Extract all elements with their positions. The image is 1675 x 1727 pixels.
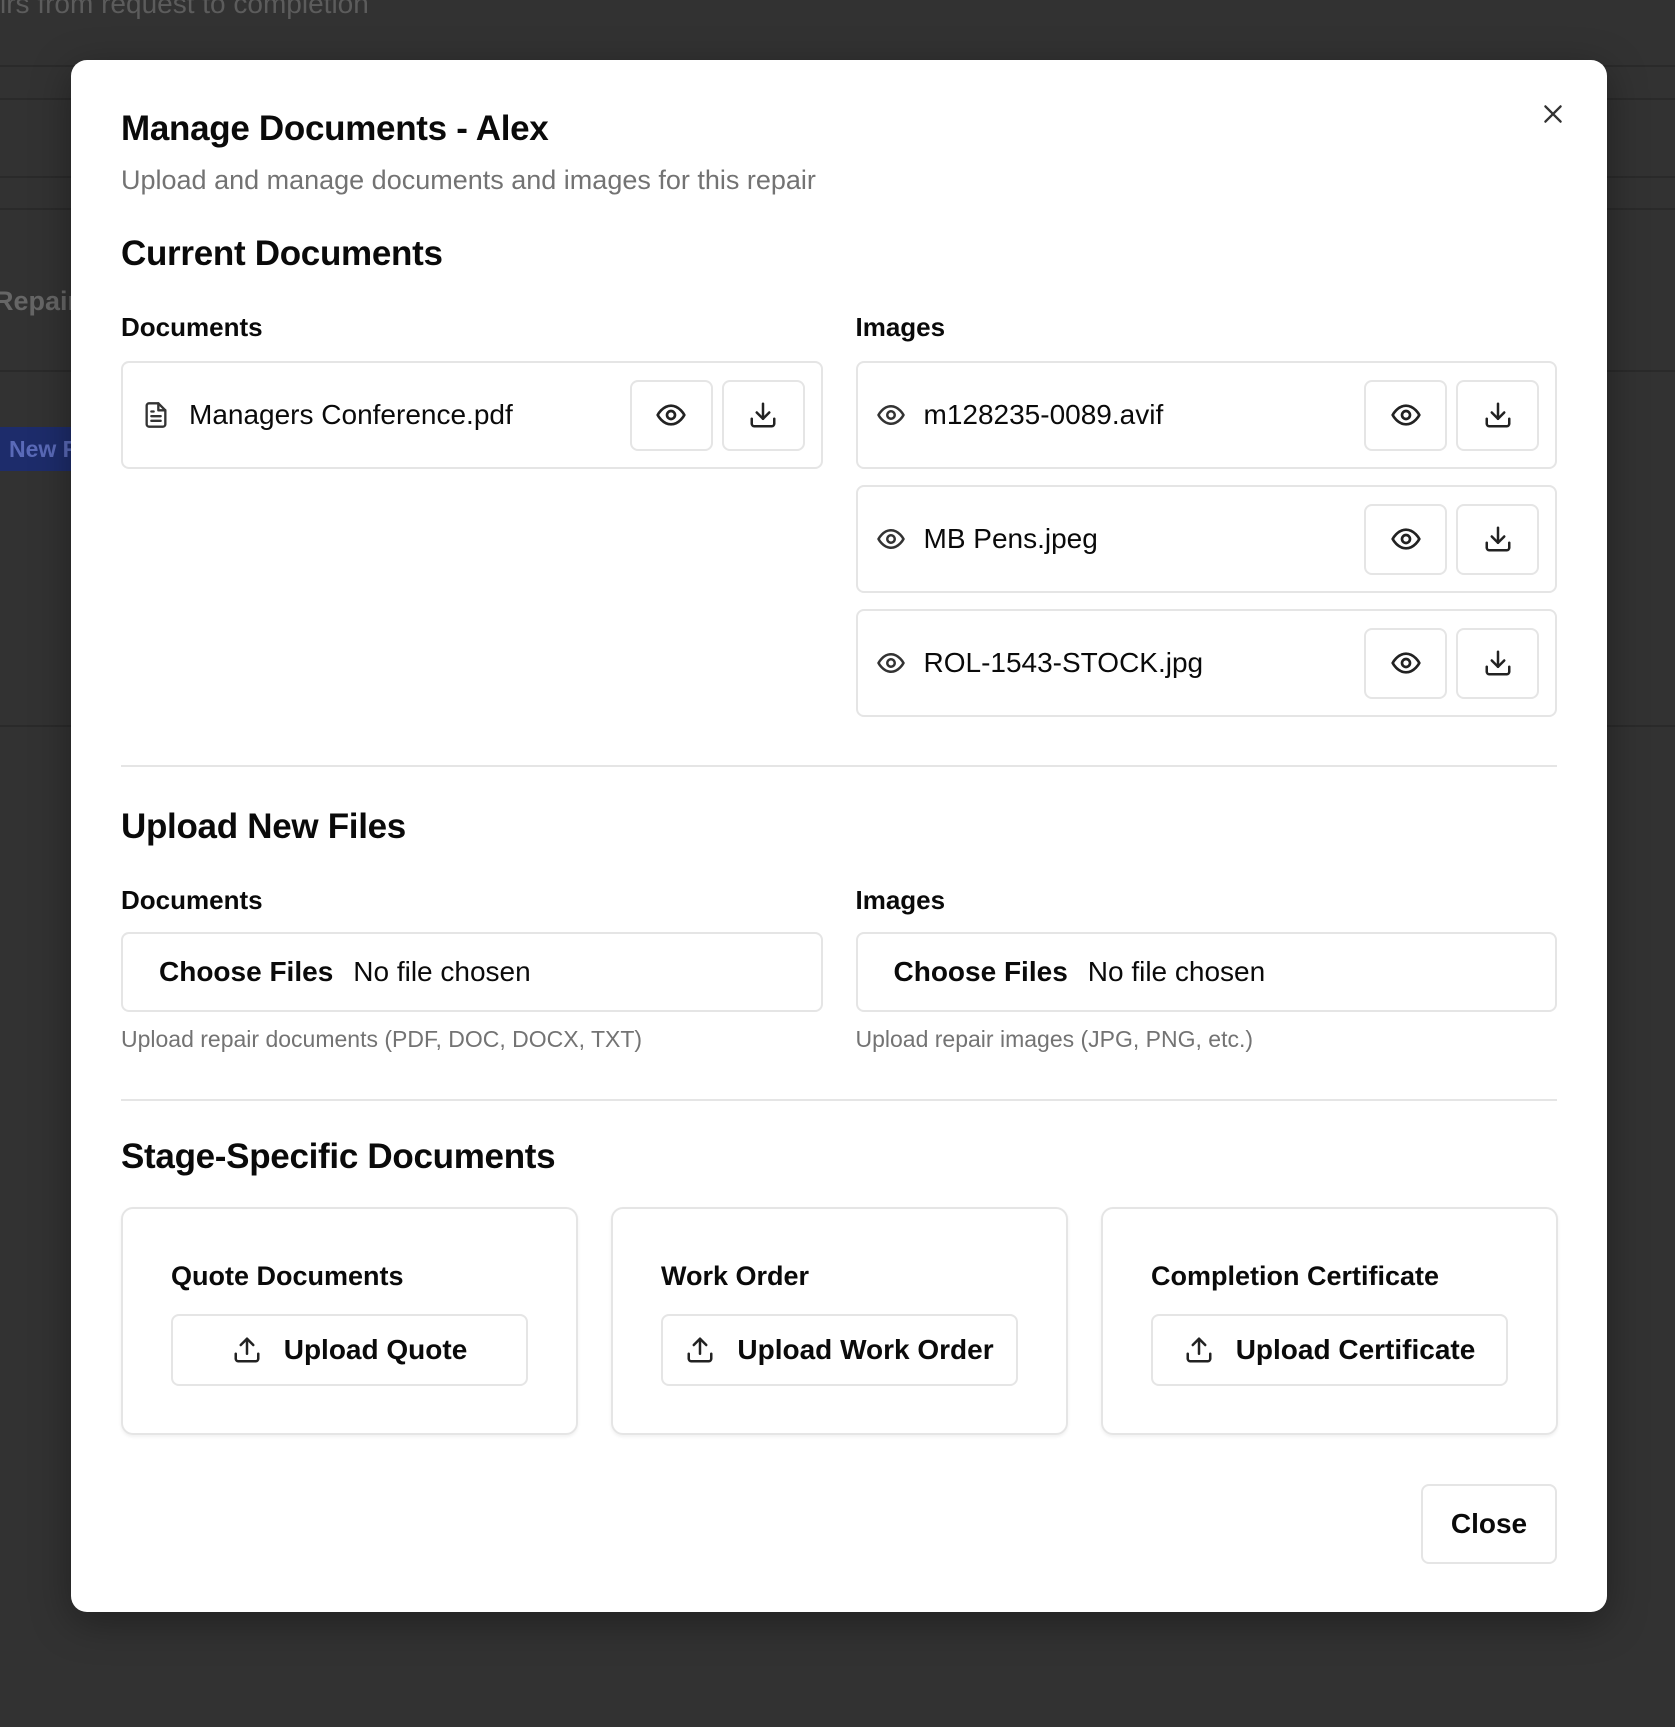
eye-icon bbox=[1390, 528, 1421, 550]
image-row: MB Pens.jpeg bbox=[855, 485, 1557, 593]
manage-documents-dialog: Manage Documents - Alex Upload and manag… bbox=[71, 60, 1607, 1612]
view-image-button[interactable] bbox=[1364, 379, 1447, 451]
stage-documents-heading: Stage-Specific Documents bbox=[121, 1137, 556, 1176]
stage-card-work-order: Work Order Upload Work Order bbox=[611, 1207, 1068, 1435]
upload-columns: Documents Choose Files No file chosen Up… bbox=[121, 885, 1557, 1053]
stage-card-completion-certificate: Completion Certificate Upload Certificat… bbox=[1101, 1207, 1558, 1435]
image-name: m128235-0089.avif bbox=[923, 399, 1164, 430]
upload-icon bbox=[687, 1337, 713, 1363]
stage-cards: Quote Documents Upload Quote Work Order … bbox=[121, 1207, 1558, 1435]
upload-work-order-button[interactable]: Upload Work Order bbox=[661, 1314, 1018, 1386]
view-image-button[interactable] bbox=[1364, 627, 1447, 699]
download-icon bbox=[1485, 650, 1510, 676]
image-row: ROL-1543-STOCK.jpg bbox=[855, 609, 1557, 717]
upload-documents-label: Documents bbox=[121, 885, 263, 915]
eye-icon bbox=[1390, 652, 1421, 674]
eye-icon bbox=[656, 404, 686, 426]
background-subtitle: irs from request to completion bbox=[0, 0, 369, 19]
stage-card-title: Completion Certificate bbox=[1151, 1261, 1440, 1291]
download-image-button[interactable] bbox=[1456, 379, 1539, 451]
download-image-button[interactable] bbox=[1456, 503, 1539, 575]
upload-work-order-label: Upload Work Order bbox=[737, 1334, 994, 1365]
dialog-title: Manage Documents - Alex bbox=[121, 109, 549, 148]
upload-quote-label: Upload Quote bbox=[283, 1334, 468, 1365]
current-files-columns: Documents Managers Conference.pdf Images bbox=[121, 312, 1557, 733]
current-documents-heading: Current Documents bbox=[121, 234, 443, 273]
close-button[interactable]: Close bbox=[1421, 1484, 1557, 1564]
upload-documents-column: Documents Choose Files No file chosen Up… bbox=[121, 885, 823, 1053]
image-name: ROL-1543-STOCK.jpg bbox=[923, 647, 1204, 678]
documents-upload-hint: Upload repair documents (PDF, DOC, DOCX,… bbox=[121, 1026, 643, 1052]
file-text-icon bbox=[141, 400, 171, 430]
view-image-button[interactable] bbox=[1364, 503, 1447, 575]
background-new-button: New R bbox=[0, 427, 80, 471]
download-document-button[interactable] bbox=[721, 379, 805, 451]
image-name: MB Pens.jpeg bbox=[923, 523, 1098, 554]
choose-documents-button[interactable]: Choose Files bbox=[159, 956, 333, 988]
eye-icon bbox=[876, 400, 906, 430]
images-file-status: No file chosen bbox=[1087, 956, 1266, 987]
choose-images-button[interactable]: Choose Files bbox=[894, 956, 1068, 988]
image-row: m128235-0089.avif bbox=[855, 361, 1557, 469]
download-icon bbox=[750, 402, 776, 428]
images-file-input[interactable]: Choose Files No file chosen bbox=[855, 932, 1557, 1012]
download-image-button[interactable] bbox=[1456, 627, 1539, 699]
eye-icon bbox=[876, 648, 906, 678]
upload-icon bbox=[1186, 1337, 1212, 1363]
images-upload-hint: Upload repair images (JPG, PNG, etc.) bbox=[855, 1026, 1254, 1052]
close-icon[interactable] bbox=[1533, 94, 1573, 134]
current-documents-label: Documents bbox=[121, 312, 263, 342]
documents-file-input[interactable]: Choose Files No file chosen bbox=[121, 932, 823, 1012]
upload-certificate-label: Upload Certificate bbox=[1235, 1334, 1476, 1365]
view-document-button[interactable] bbox=[629, 379, 713, 451]
upload-images-column: Images Choose Files No file chosen Uploa… bbox=[855, 885, 1557, 1053]
dialog-subtitle: Upload and manage documents and images f… bbox=[121, 165, 816, 195]
upload-images-label: Images bbox=[855, 885, 946, 915]
current-documents-column: Documents Managers Conference.pdf bbox=[121, 312, 823, 733]
document-name: Managers Conference.pdf bbox=[189, 399, 513, 430]
download-icon bbox=[1485, 402, 1510, 428]
eye-icon bbox=[876, 524, 906, 554]
section-divider bbox=[121, 765, 1557, 767]
upload-certificate-button[interactable]: Upload Certificate bbox=[1151, 1314, 1508, 1386]
eye-icon bbox=[1390, 404, 1421, 426]
current-images-label: Images bbox=[855, 312, 946, 342]
upload-new-files-heading: Upload New Files bbox=[121, 807, 406, 846]
document-row: Managers Conference.pdf bbox=[121, 361, 823, 469]
upload-quote-button[interactable]: Upload Quote bbox=[171, 1314, 528, 1386]
current-images-column: Images m128235-0089.avif MB Pens.jpeg RO… bbox=[855, 312, 1557, 733]
stage-card-quote: Quote Documents Upload Quote bbox=[121, 1207, 578, 1435]
stage-card-title: Work Order bbox=[661, 1261, 810, 1291]
documents-file-status: No file chosen bbox=[353, 956, 531, 987]
section-divider bbox=[121, 1099, 1557, 1101]
download-icon bbox=[1485, 526, 1510, 552]
upload-icon bbox=[234, 1337, 260, 1363]
stage-card-title: Quote Documents bbox=[171, 1261, 404, 1291]
